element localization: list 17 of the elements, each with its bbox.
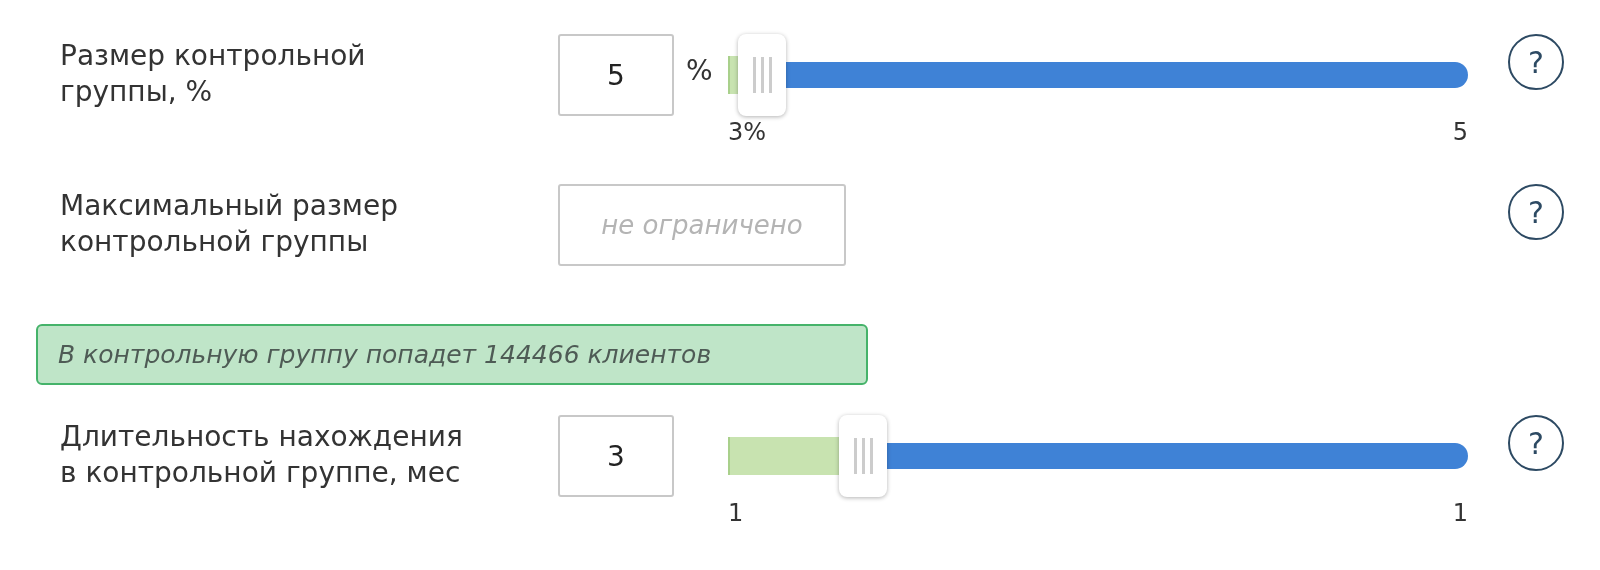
max-value: 1 bbox=[1452, 499, 1468, 527]
slider-handle[interactable] bbox=[839, 415, 887, 497]
number-input[interactable]: 3 bbox=[558, 415, 674, 497]
slider-handle[interactable] bbox=[738, 34, 787, 116]
help-button[interactable]: ? bbox=[1508, 184, 1564, 240]
min-value: 3% bbox=[728, 118, 767, 146]
info-message: В контрольную группу попадет 144466 клиентов bbox=[36, 324, 868, 385]
number-input[interactable]: 5 bbox=[558, 34, 674, 116]
input-field[interactable]: не ограничено bbox=[558, 184, 846, 266]
max-value: 5 bbox=[1452, 118, 1468, 146]
field-label: Максимальный размер контрольной группы bbox=[59, 188, 399, 260]
min-value: 1 bbox=[728, 499, 744, 527]
unit-label: % bbox=[685, 53, 714, 87]
help-button[interactable]: ? bbox=[1508, 34, 1564, 90]
help-button[interactable]: ? bbox=[1508, 415, 1564, 471]
field-label: Размер контрольной группы, % bbox=[59, 38, 367, 110]
field-label: Длительность нахождения в контрольной группе, мес bbox=[59, 419, 464, 491]
